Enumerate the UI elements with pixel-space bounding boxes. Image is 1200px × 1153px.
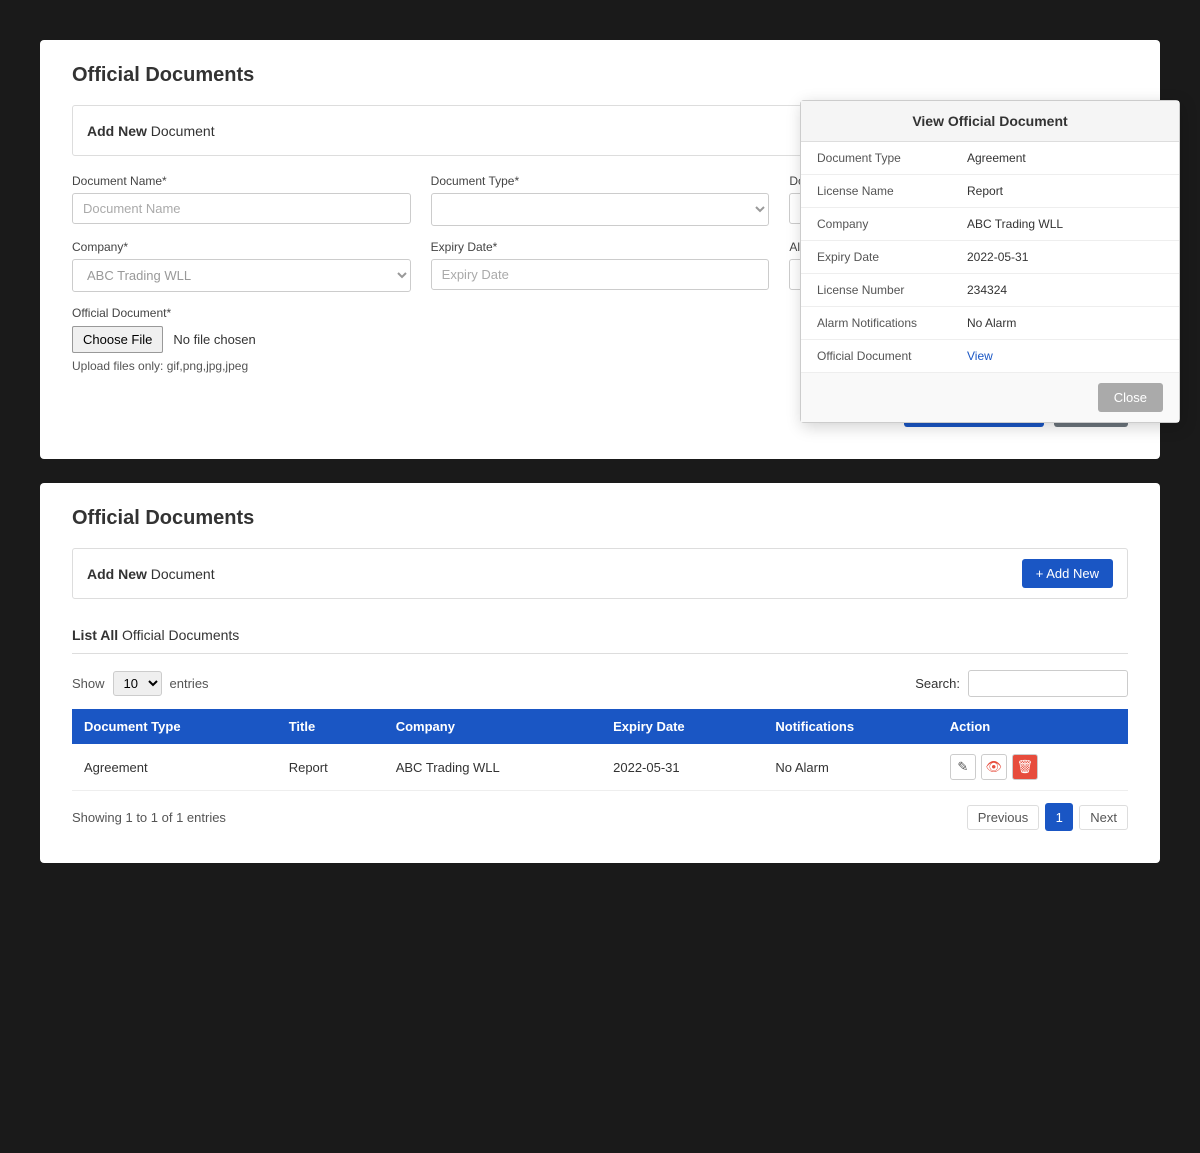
- show-entries: Show 10 25 50 entries: [72, 671, 209, 696]
- page-title-1: Official Documents: [72, 64, 1128, 87]
- document-name-group: Document Name*: [72, 174, 411, 226]
- list-add-normal: Document: [151, 566, 215, 582]
- modal-label-official-doc: Official Document: [817, 349, 967, 363]
- next-button[interactable]: Next: [1079, 805, 1128, 830]
- document-type-label: Document Type*: [431, 174, 770, 188]
- modal-body: Document Type Agreement License Name Rep…: [801, 142, 1179, 372]
- modal-label-expiry-date: Expiry Date: [817, 250, 967, 264]
- list-section-header: List All Official Documents: [72, 617, 1128, 654]
- top-panel: Official Documents Add New Document + Ad…: [40, 40, 1160, 459]
- view-document-link[interactable]: View: [967, 349, 993, 363]
- list-add-bold: Add New: [87, 566, 147, 582]
- no-file-text: No file chosen: [173, 332, 255, 347]
- cell-company: ABC Trading WLL: [384, 744, 601, 791]
- cell-expiry-date: 2022-05-31: [601, 744, 763, 791]
- table-row: Agreement Report ABC Trading WLL 2022-05…: [72, 744, 1128, 791]
- modal-row-company: Company ABC Trading WLL: [801, 208, 1179, 241]
- bottom-panel: Official Documents Add New Document + Ad…: [40, 483, 1160, 863]
- pagination-controls: Previous 1 Next: [967, 803, 1128, 831]
- cell-notifications: No Alarm: [763, 744, 937, 791]
- page-number[interactable]: 1: [1045, 803, 1073, 831]
- document-name-label: Document Name*: [72, 174, 411, 188]
- prev-button[interactable]: Previous: [967, 805, 1040, 830]
- add-new-button-bottom[interactable]: + Add New: [1022, 559, 1113, 588]
- company-select[interactable]: ABC Trading WLL: [72, 259, 411, 292]
- showing-text: Showing 1 to 1 of 1 entries: [72, 810, 226, 825]
- modal-value-document-type: Agreement: [967, 151, 1163, 165]
- list-add-section-header: Add New Document + Add New: [72, 548, 1128, 599]
- search-label: Search:: [915, 676, 960, 691]
- modal-value-company: ABC Trading WLL: [967, 217, 1163, 231]
- cell-action: ✎ 👁 🗑: [938, 744, 1128, 791]
- choose-file-button[interactable]: Choose File: [72, 326, 163, 353]
- documents-table: Document Type Title Company Expiry Date …: [72, 709, 1128, 791]
- modal-value-license-name: Report: [967, 184, 1163, 198]
- table-body: Agreement Report ABC Trading WLL 2022-05…: [72, 744, 1128, 791]
- th-document-type: Document Type: [72, 709, 277, 744]
- document-type-select[interactable]: Agreement: [431, 193, 770, 226]
- list-bold: List All: [72, 627, 118, 643]
- modal-row-expiry-date: Expiry Date 2022-05-31: [801, 241, 1179, 274]
- modal-value-alarm: No Alarm: [967, 316, 1163, 330]
- action-icons: ✎ 👁 🗑: [950, 754, 1116, 780]
- delete-icon[interactable]: 🗑: [1012, 754, 1038, 780]
- page-title-2: Official Documents: [72, 507, 1128, 530]
- th-action: Action: [938, 709, 1128, 744]
- modal-footer: Close: [801, 372, 1179, 422]
- show-label: Show: [72, 676, 105, 691]
- list-section-title: List All Official Documents: [72, 627, 239, 643]
- expiry-date-input[interactable]: [431, 259, 770, 290]
- view-document-modal: View Official Document Document Type Agr…: [800, 100, 1180, 423]
- modal-value-expiry-date: 2022-05-31: [967, 250, 1163, 264]
- modal-title: View Official Document: [801, 101, 1179, 142]
- modal-row-document-type: Document Type Agreement: [801, 142, 1179, 175]
- edit-icon[interactable]: ✎: [950, 754, 976, 780]
- search-row: Search:: [915, 670, 1128, 697]
- table-header-row: Document Type Title Company Expiry Date …: [72, 709, 1128, 744]
- entries-label: entries: [170, 676, 209, 691]
- th-expiry-date: Expiry Date: [601, 709, 763, 744]
- expiry-date-label: Expiry Date*: [431, 240, 770, 254]
- modal-label-license-number: License Number: [817, 283, 967, 297]
- company-label: Company*: [72, 240, 411, 254]
- modal-label-alarm: Alarm Notifications: [817, 316, 967, 330]
- modal-label-document-type: Document Type: [817, 151, 967, 165]
- add-normal: Document: [151, 123, 215, 139]
- list-normal: Official Documents: [122, 627, 239, 643]
- document-name-input[interactable]: [72, 193, 411, 224]
- view-icon[interactable]: 👁: [981, 754, 1007, 780]
- company-group: Company* ABC Trading WLL: [72, 240, 411, 292]
- expiry-date-group: Expiry Date*: [431, 240, 770, 292]
- add-bold: Add New: [87, 123, 147, 139]
- modal-row-alarm: Alarm Notifications No Alarm: [801, 307, 1179, 340]
- document-type-group: Document Type* Agreement: [431, 174, 770, 226]
- entries-select[interactable]: 10 25 50: [113, 671, 162, 696]
- modal-value-license-number: 234324: [967, 283, 1163, 297]
- modal-row-official-doc: Official Document View: [801, 340, 1179, 372]
- modal-row-license-number: License Number 234324: [801, 274, 1179, 307]
- add-section-title: Add New Document: [87, 123, 215, 139]
- cell-document-type: Agreement: [72, 744, 277, 791]
- modal-label-company: Company: [817, 217, 967, 231]
- list-controls: Show 10 25 50 entries Search:: [72, 670, 1128, 697]
- search-input[interactable]: [968, 670, 1128, 697]
- modal-close-button[interactable]: Close: [1098, 383, 1163, 412]
- modal-label-license-name: License Name: [817, 184, 967, 198]
- th-title: Title: [277, 709, 384, 744]
- th-notifications: Notifications: [763, 709, 937, 744]
- modal-row-license-name: License Name Report: [801, 175, 1179, 208]
- modal-value-official-doc: View: [967, 349, 1163, 363]
- table-header: Document Type Title Company Expiry Date …: [72, 709, 1128, 744]
- cell-title: Report: [277, 744, 384, 791]
- th-company: Company: [384, 709, 601, 744]
- pagination: Showing 1 to 1 of 1 entries Previous 1 N…: [72, 803, 1128, 831]
- list-add-section-title: Add New Document: [87, 566, 215, 582]
